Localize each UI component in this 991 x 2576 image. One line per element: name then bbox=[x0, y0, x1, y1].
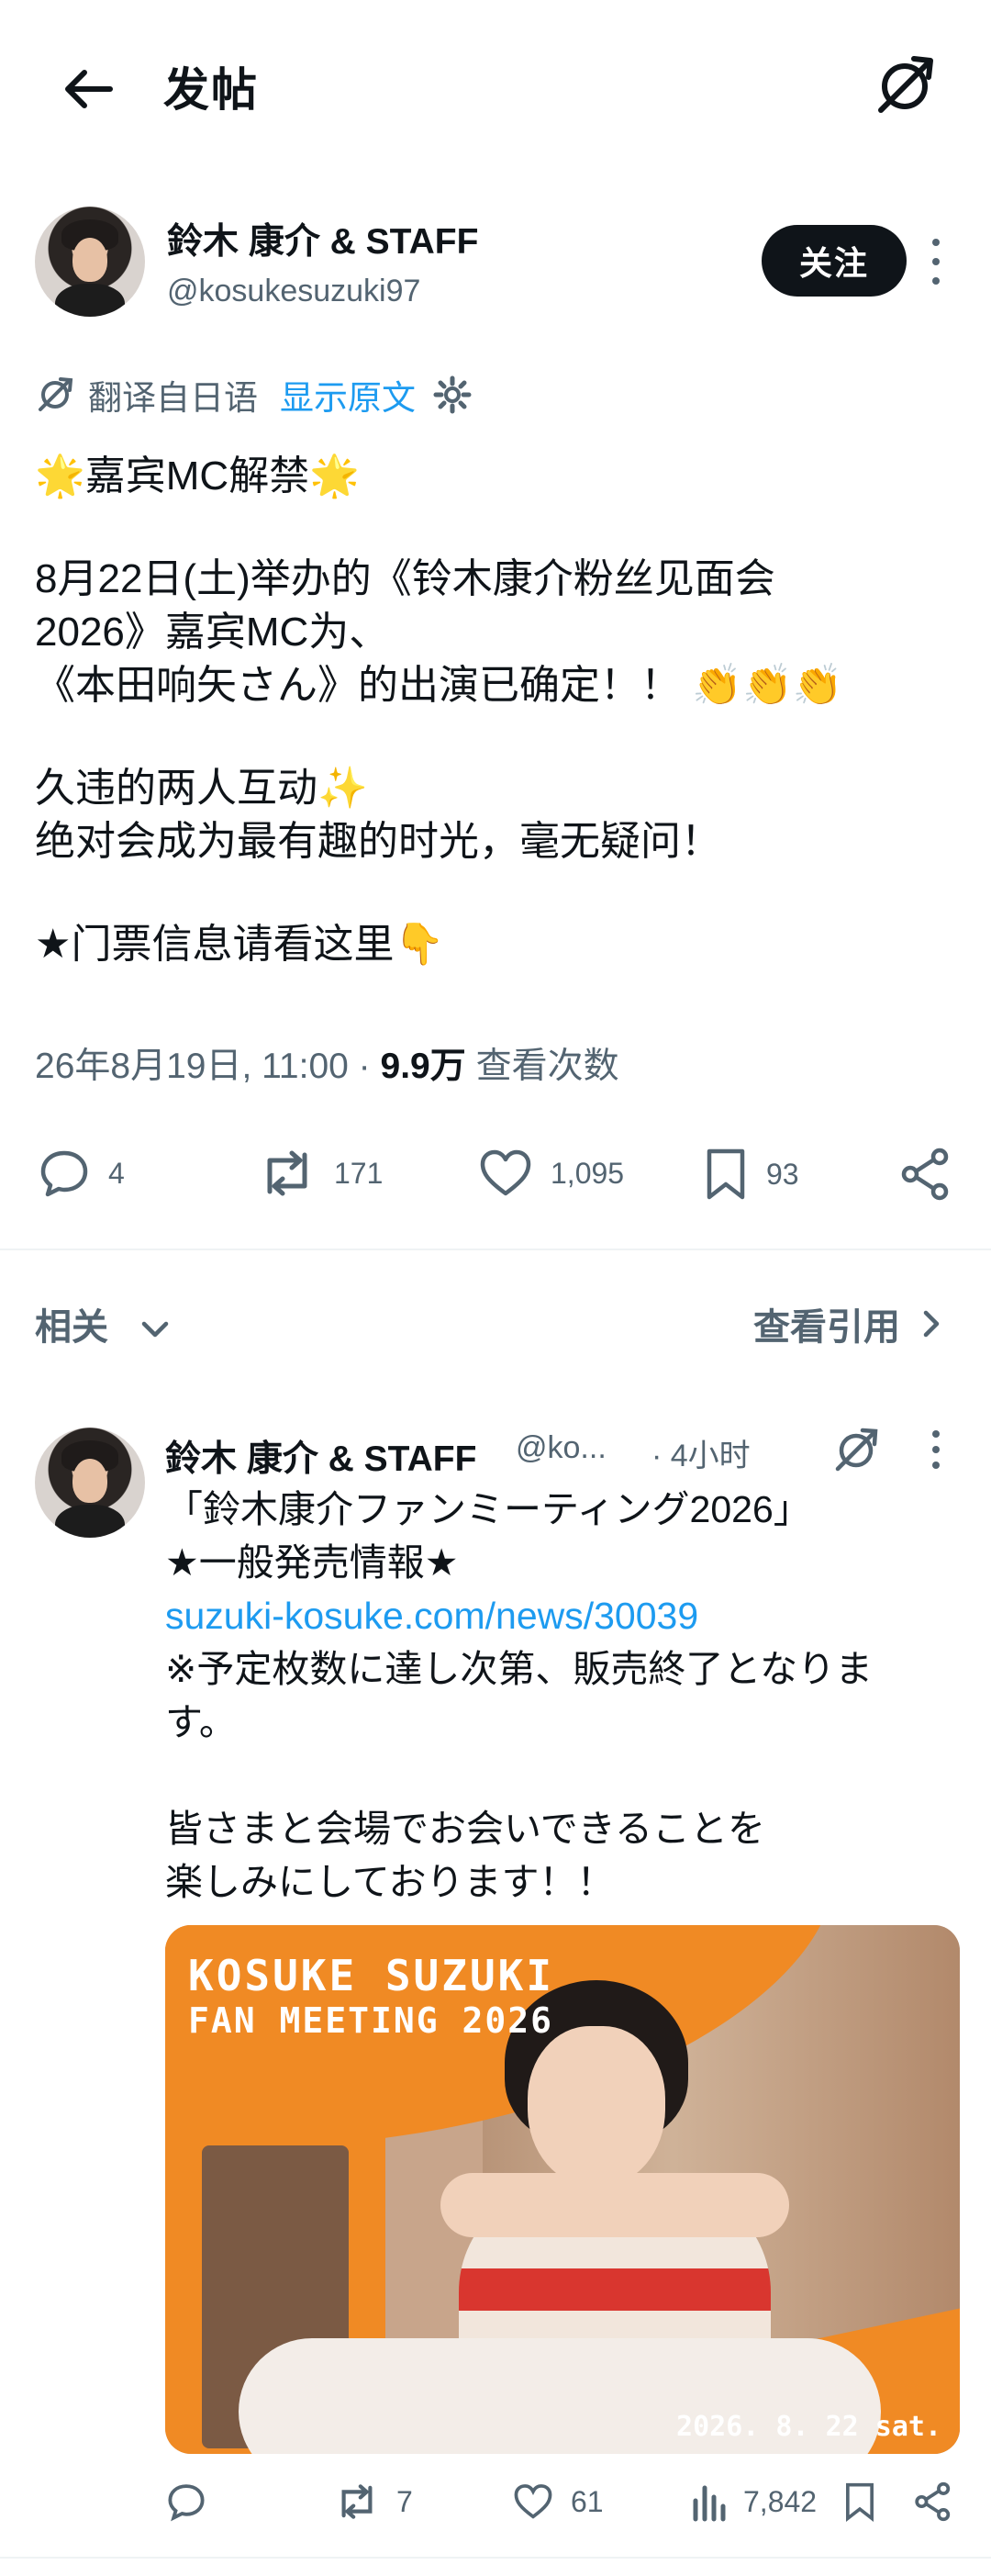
post-text: 🌟嘉宾MC解禁🌟 8月22日(土)举办的《铃木康介粉丝见面会 2026》嘉宾MC为、… bbox=[35, 450, 962, 971]
views-label: 查看次数 bbox=[475, 1047, 619, 1086]
post-text-line: 8月22日(土)举办的《铃木康介粉丝见面会 bbox=[35, 556, 775, 601]
reply-icon bbox=[168, 2484, 205, 2522]
gear-icon[interactable] bbox=[432, 375, 473, 415]
translate-small-icon bbox=[39, 377, 73, 411]
heart-icon bbox=[514, 2484, 552, 2519]
banner-date: 2026. 8. 22 sat. bbox=[676, 2411, 941, 2443]
chevron-right-icon bbox=[923, 1310, 940, 1338]
reply-icon bbox=[40, 1150, 88, 1197]
divider bbox=[0, 1249, 991, 1250]
reply-bookmark-button[interactable] bbox=[842, 2481, 894, 2523]
post-text-line bbox=[35, 712, 962, 762]
share-icon bbox=[901, 1148, 949, 1201]
translation-notice: 翻译自日语 显示原文 bbox=[35, 371, 473, 419]
post-text-line: 《本田响矢さん》的出演已确定！！ 👏👏👏 bbox=[35, 663, 843, 708]
reply-button[interactable]: 4 bbox=[37, 1146, 125, 1201]
repost-icon bbox=[267, 1150, 307, 1196]
fan-meeting-banner-image[interactable]: KOSUKE SUZUKI FAN MEETING 2026 2026. 8. … bbox=[165, 1925, 960, 2454]
view-count: 9.9万 bbox=[380, 1047, 466, 1086]
reply-text-line bbox=[165, 1749, 954, 1802]
banner-title: KOSUKE SUZUKI bbox=[188, 1951, 555, 2000]
top-bar: 发帖 bbox=[0, 0, 991, 174]
more-options-icon[interactable] bbox=[927, 239, 945, 285]
related-dropdown[interactable]: 相关 bbox=[35, 1297, 173, 1350]
reply-text-line: 皆さまと会場でお会いできることを bbox=[165, 1808, 765, 1850]
post-text-line: 🌟嘉宾MC解禁🌟 bbox=[35, 454, 360, 498]
post-text-line: 绝对会成为最有趣的时光，毫无疑问！ bbox=[35, 819, 721, 864]
reply-text: 「鈴木康介ファンミーティング2026」 ★一般発売情報★ suzuki-kosuke… bbox=[165, 1483, 954, 1909]
author-avatar[interactable] bbox=[35, 207, 145, 317]
heart-icon bbox=[480, 1149, 531, 1196]
chevron-down-icon bbox=[141, 1322, 169, 1338]
view-quotes-link[interactable]: 查看引用 bbox=[753, 1297, 950, 1350]
bookmark-button[interactable]: 93 bbox=[702, 1146, 799, 1203]
post-actions: 4 171 1,095 93 bbox=[0, 1138, 991, 1212]
post-text-line: 久违的两人互动✨ bbox=[35, 766, 368, 811]
share-button[interactable] bbox=[897, 1146, 971, 1203]
post-text-line: ★门票信息请看这里👇 bbox=[35, 922, 445, 967]
show-original-link[interactable]: 显示原文 bbox=[280, 370, 416, 420]
reply-share-button[interactable] bbox=[912, 2481, 971, 2523]
post-text-line bbox=[35, 503, 962, 553]
post-text-line: 2026》嘉宾MC为、 bbox=[35, 610, 390, 655]
reply-text-line: ※予定枚数に達し次第、販売終了となりま bbox=[165, 1648, 874, 1690]
post-meta: 26年8月19日, 11:00 · 9.9万 查看次数 bbox=[35, 1047, 619, 1086]
translated-from-label: 翻译自日语 bbox=[88, 379, 258, 417]
banner-subtitle: FAN MEETING 2026 bbox=[188, 2000, 554, 2041]
reply-author-name[interactable]: 鈴木 康介 & STAFF bbox=[165, 1430, 476, 1482]
reply-author-avatar[interactable] bbox=[35, 1428, 145, 1538]
translate-icon[interactable] bbox=[872, 53, 938, 119]
author-handle[interactable]: @kosukesuzuki97 bbox=[167, 274, 420, 309]
reply-repost-button[interactable]: 7 bbox=[334, 2481, 413, 2523]
bookmark-icon bbox=[707, 1148, 745, 1200]
reply-author-handle[interactable]: @ko... bbox=[516, 1430, 607, 1466]
repost-button[interactable]: 171 bbox=[257, 1146, 383, 1201]
reply-text-line: 楽しみにしております！！ bbox=[165, 1861, 615, 1903]
reply-like-button[interactable]: 61 bbox=[512, 2481, 604, 2523]
reply-time[interactable]: · 4小时 bbox=[651, 1430, 751, 1475]
page-title: 发帖 bbox=[163, 64, 259, 116]
author-name[interactable]: 鈴木 康介 & STAFF bbox=[167, 213, 478, 264]
reply-reply-button[interactable] bbox=[165, 2481, 224, 2523]
reply-more-options-icon[interactable] bbox=[927, 1430, 945, 1469]
reply-text-line: 「鈴木康介ファンミーティング2026」 bbox=[165, 1488, 811, 1530]
repost-icon bbox=[341, 2484, 373, 2519]
follow-button[interactable]: 关注 bbox=[762, 225, 907, 297]
analytics-icon bbox=[693, 2485, 726, 2522]
like-button[interactable]: 1,095 bbox=[477, 1146, 624, 1201]
post-timestamp[interactable]: 26年8月19日, 11:00 bbox=[35, 1047, 349, 1086]
reply-text-line: す。 bbox=[165, 1701, 237, 1743]
post-text-line bbox=[35, 868, 962, 918]
bookmark-icon bbox=[846, 2482, 874, 2523]
share-icon bbox=[915, 2481, 951, 2522]
reply-actions: 7 61 7,842 bbox=[0, 2471, 991, 2545]
reply-link[interactable]: suzuki-kosuke.com/news/30039 bbox=[165, 1589, 954, 1642]
reply-views-button[interactable]: 7,842 bbox=[690, 2481, 817, 2523]
reply-text-line: ★一般発売情報★ bbox=[165, 1541, 459, 1584]
reply-translate-icon[interactable] bbox=[830, 1425, 882, 1481]
back-arrow-icon[interactable] bbox=[57, 57, 121, 121]
divider bbox=[0, 2557, 991, 2559]
